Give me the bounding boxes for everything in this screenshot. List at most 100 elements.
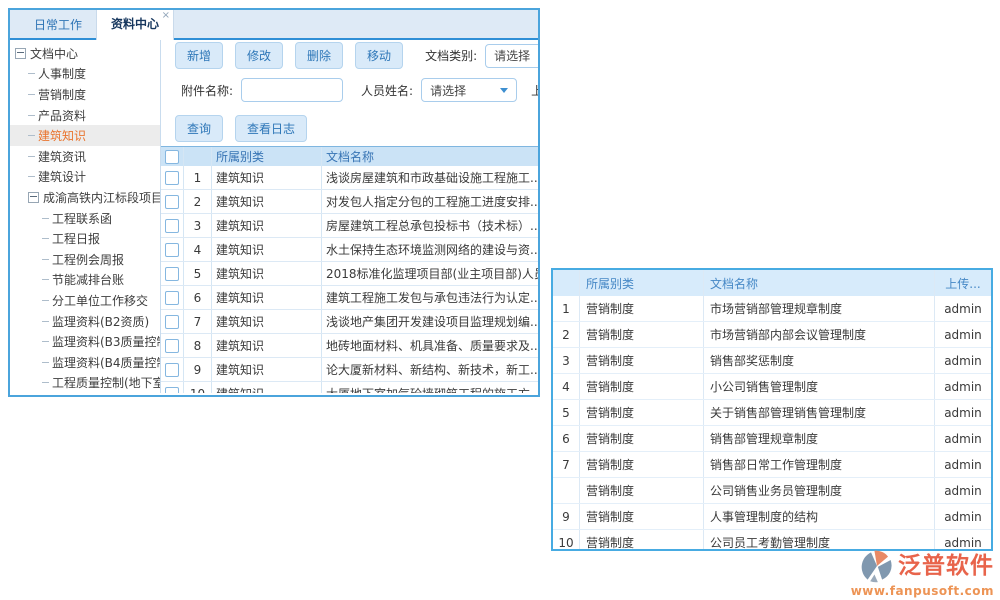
row-index: 9 (553, 504, 580, 529)
row-checkbox[interactable] (165, 195, 179, 209)
tree-item-weekly-meeting[interactable]: 工程例会周报 (10, 249, 160, 270)
tree-item-contact-letter[interactable]: 工程联系函 (10, 208, 160, 229)
row-checkbox[interactable] (165, 363, 179, 377)
table-row[interactable]: 4 建筑知识 水土保持生态环境监测网络的建设与资... (161, 238, 538, 262)
table-row[interactable]: 6 营销制度 销售部管理规章制度 admin (553, 426, 991, 452)
table-header-row: 所属别类 文档名称 上传... (553, 270, 991, 296)
person-name-select[interactable]: 请选择 (421, 78, 517, 102)
collapse-icon[interactable] (28, 192, 39, 203)
chevron-down-icon (500, 88, 508, 93)
row-checkbox[interactable] (165, 387, 179, 394)
table-row[interactable]: 2 建筑知识 对发包人指定分包的工程施工进度安排... (161, 190, 538, 214)
row-doc-name: 论大厦新材料、新结构、新技术，新工... (322, 358, 538, 381)
attachment-name-input[interactable] (241, 78, 343, 102)
row-uploader: admin (935, 478, 991, 503)
tab-daily-work[interactable]: 日常工作 (20, 10, 96, 38)
collapse-icon[interactable] (15, 48, 26, 59)
row-doc-name: 人事管理制度的结构 (704, 504, 935, 529)
table-row[interactable]: 7 建筑知识 浅谈地产集团开发建设项目监理规划编... (161, 310, 538, 334)
row-uploader: admin (935, 296, 991, 321)
row-doc-name: 公司员工考勤管理制度 (704, 530, 935, 551)
row-doc-name: 销售部管理规章制度 (704, 426, 935, 451)
tree-item-energy-ledger[interactable]: 节能减排台账 (10, 270, 160, 291)
row-checkbox[interactable] (165, 171, 179, 185)
tree-item-supervision-b2[interactable]: 监理资料(B2资质) (10, 311, 160, 332)
close-icon[interactable]: × (162, 11, 170, 21)
row-index: 4 (553, 374, 580, 399)
table-row[interactable]: 9 营销制度 人事管理制度的结构 admin (553, 504, 991, 530)
table-row[interactable]: 6 建筑知识 建筑工程施工发包与承包违法行为认定... (161, 286, 538, 310)
tree-connector (42, 238, 49, 239)
move-button[interactable]: 移动 (355, 42, 403, 69)
row-index (553, 478, 580, 503)
attachment-name-label: 附件名称: (181, 82, 233, 99)
view-log-button[interactable]: 查看日志 (235, 115, 307, 142)
tree-item-daily-report[interactable]: 工程日报 (10, 228, 160, 249)
row-index: 1 (553, 296, 580, 321)
tree-connector (42, 300, 49, 301)
tree-item-label: 人事制度 (38, 65, 86, 82)
row-checkbox[interactable] (165, 243, 179, 257)
tree-connector (42, 362, 49, 363)
delete-button[interactable]: 删除 (295, 42, 343, 69)
table-row[interactable]: 1 营销制度 市场营销部管理规章制度 admin (553, 296, 991, 322)
tree-item-marketing[interactable]: 营销制度 (10, 84, 160, 105)
table-row[interactable]: 8 建筑知识 地砖地面材料、机具准备、质量要求及... (161, 334, 538, 358)
tree-item-label: 工程联系函 (52, 210, 112, 227)
table-row[interactable]: 10 营销制度 公司员工考勤管理制度 admin (553, 530, 991, 551)
tree-connector (28, 73, 35, 74)
table-row[interactable]: 营销制度 公司销售业务员管理制度 admin (553, 478, 991, 504)
tree-item-supervision-b3[interactable]: 监理资料(B3质量控制) (10, 331, 160, 352)
index-column-header (184, 147, 212, 166)
table-row[interactable]: 10 建筑知识 大厦地下室加气砼墙砌筑工程的施工方... (161, 382, 538, 393)
tree-item-construction-news[interactable]: 建筑资讯 (10, 146, 160, 167)
fanpu-logo-icon (860, 549, 894, 583)
row-uploader: admin (935, 452, 991, 477)
table-row[interactable]: 7 营销制度 销售部日常工作管理制度 admin (553, 452, 991, 478)
tree-root-document-center[interactable]: 文档中心 (10, 43, 160, 64)
row-index: 5 (553, 400, 580, 425)
table-row[interactable]: 3 营销制度 销售部奖惩制度 admin (553, 348, 991, 374)
row-category: 建筑知识 (212, 190, 322, 213)
row-category: 营销制度 (580, 296, 704, 321)
tree-item-supervision-b4[interactable]: 监理资料(B4质量控制) (10, 352, 160, 373)
marketing-doc-table: 所属别类 文档名称 上传... 1 营销制度 市场营销部管理规章制度 admin… (551, 268, 993, 551)
row-checkbox[interactable] (165, 315, 179, 329)
row-doc-name: 水土保持生态环境监测网络的建设与资... (322, 238, 538, 261)
tree-item-product[interactable]: 产品资料 (10, 105, 160, 126)
table-row[interactable]: 1 建筑知识 浅谈房屋建筑和市政基础设施工程施工... (161, 166, 538, 190)
tree-item-work-transfer[interactable]: 分工单位工作移交 (10, 290, 160, 311)
row-checkbox[interactable] (165, 291, 179, 305)
tree-connector (28, 135, 35, 136)
query-button[interactable]: 查询 (175, 115, 223, 142)
table-row[interactable]: 3 建筑知识 房屋建筑工程总承包投标书（技术标）... (161, 214, 538, 238)
tree-connector (42, 382, 49, 383)
table-row[interactable]: 4 营销制度 小公司销售管理制度 admin (553, 374, 991, 400)
select-all-checkbox[interactable] (165, 150, 179, 164)
tree-item-construction-design[interactable]: 建筑设计 (10, 167, 160, 188)
tree-item-label: 工程质量控制(地下室) (52, 374, 161, 391)
row-checkbox[interactable] (165, 219, 179, 233)
table-row[interactable]: 5 建筑知识 2018标准化监理项目部(业主项目部)人员... (161, 262, 538, 286)
modify-button[interactable]: 修改 (235, 42, 283, 69)
tree-item-quality-basement[interactable]: 工程质量控制(地下室) (10, 373, 160, 394)
table-row[interactable]: 9 建筑知识 论大厦新材料、新结构、新技术，新工... (161, 358, 538, 382)
fanpu-logo-text: 泛普软件 (898, 555, 994, 578)
row-index: 10 (184, 382, 212, 393)
tab-data-center[interactable]: 资料中心 × (96, 8, 174, 40)
tree-item-project-chengyu[interactable]: 成渝高铁内江标段项目 (10, 187, 160, 208)
tree-connector (42, 218, 49, 219)
tree-connector (42, 341, 49, 342)
row-uploader: admin (935, 322, 991, 347)
table-row[interactable]: 2 营销制度 市场营销部内部会议管理制度 admin (553, 322, 991, 348)
add-button[interactable]: 新增 (175, 42, 223, 69)
doc-category-select[interactable]: 请选择 (485, 44, 538, 68)
row-checkbox[interactable] (165, 267, 179, 281)
row-doc-name: 浅谈房屋建筑和市政基础设施工程施工... (322, 166, 538, 189)
document-list-pane: 新增 修改 删除 移动 文档类别: 请选择 文档 附件名称: 人员姓名: (161, 40, 538, 393)
category-tree: 文档中心 人事制度 营销制度 产品资料 建筑知识 建筑资讯 建筑设计 成渝高铁内… (10, 40, 161, 393)
tree-item-construction-knowledge[interactable]: 建筑知识 (10, 125, 160, 146)
table-row[interactable]: 5 营销制度 关于销售部管理销售管理制度 admin (553, 400, 991, 426)
row-checkbox[interactable] (165, 339, 179, 353)
tree-item-personnel[interactable]: 人事制度 (10, 64, 160, 85)
